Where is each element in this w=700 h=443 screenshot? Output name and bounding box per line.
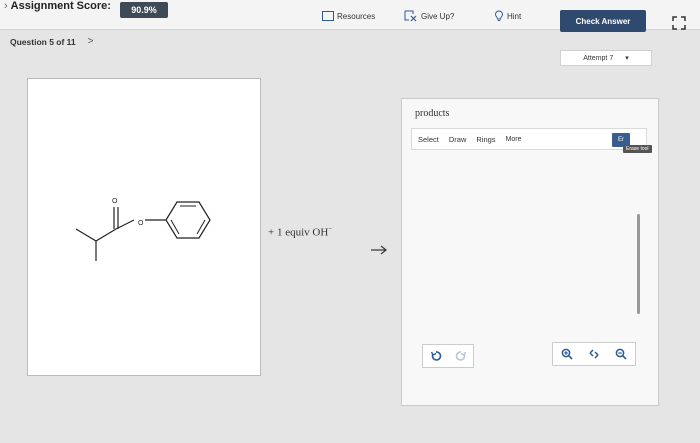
zoom-in-icon[interactable] [561, 348, 573, 360]
bond [75, 228, 97, 242]
score-badge: 90.9% [120, 2, 168, 18]
bond [95, 228, 117, 242]
check-answer-button[interactable]: Check Answer [560, 10, 646, 32]
attempt-dropdown[interactable]: Attempt 7 ▾ [560, 50, 652, 66]
give-up-label: Give Up? [421, 11, 455, 21]
expand-icon[interactable] [672, 16, 686, 30]
assignment-score-text: Assignment Score: [10, 0, 111, 12]
benzene-ring [165, 201, 211, 239]
toolbar-draw[interactable]: Draw [449, 135, 467, 144]
ring-double-bond [196, 219, 206, 235]
products-panel: products Select Draw Rings More Er Erase… [401, 98, 659, 406]
reactant-structure: O O [75, 198, 211, 261]
toolbar-select[interactable]: Select [418, 135, 439, 144]
reagent-text: + 1 equiv OH− [268, 225, 332, 239]
reactant-box: O O [27, 78, 261, 376]
back-icon: › [4, 0, 8, 12]
reaction-arrow-icon [369, 240, 389, 260]
undo-redo-group [422, 344, 474, 368]
toolbar-more[interactable]: More [506, 136, 522, 143]
give-up-icon [404, 10, 418, 22]
carbonyl-oxygen: O [112, 198, 118, 205]
chevron-down-icon: ▾ [625, 55, 629, 62]
attempt-label: Attempt 7 [583, 54, 614, 62]
redo-icon[interactable] [455, 350, 467, 362]
question-nav: Question 5 of 11 > [10, 36, 94, 47]
products-title: products [415, 108, 450, 119]
zoom-out-icon[interactable] [615, 348, 627, 360]
ester-oxygen: O [138, 220, 144, 227]
document-icon [322, 11, 334, 21]
zoom-controls [552, 342, 636, 366]
reagent-label: + 1 equiv OH [268, 226, 329, 239]
reset-icon[interactable] [588, 348, 600, 360]
ring-double-bond [170, 219, 180, 235]
bond [115, 219, 135, 230]
hint-button[interactable]: Hint [494, 8, 521, 24]
assignment-score-label: › Assignment Score: [4, 0, 111, 12]
hint-label: Hint [507, 11, 522, 21]
resources-label: Resources [337, 11, 376, 21]
give-up-button[interactable]: Give Up? [404, 8, 454, 24]
toolbar-rings[interactable]: Rings [476, 135, 495, 144]
question-position: Question 5 of 11 [10, 36, 76, 47]
lightbulb-icon [494, 10, 504, 22]
reagent-charge: − [328, 225, 333, 233]
resources-button[interactable]: Resources [322, 8, 375, 24]
canvas-scrollbar[interactable] [637, 214, 640, 314]
erase-tooltip: Erase tool [623, 145, 652, 153]
next-question-chevron-icon[interactable]: > [88, 36, 94, 47]
undo-icon[interactable] [430, 350, 442, 362]
